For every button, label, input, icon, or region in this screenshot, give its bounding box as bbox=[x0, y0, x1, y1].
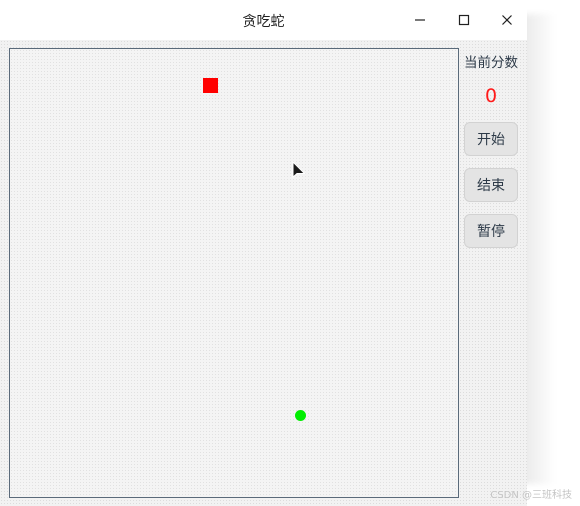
snake-head bbox=[295, 410, 306, 421]
watermark: CSDN @三班科技 bbox=[490, 490, 572, 501]
maximize-button[interactable] bbox=[449, 6, 479, 34]
food-block bbox=[203, 78, 218, 93]
maximize-icon bbox=[458, 14, 470, 26]
client-area: 当前分数 0 开始 结束 暂停 bbox=[0, 40, 527, 506]
pause-button[interactable]: 暂停 bbox=[464, 214, 518, 248]
screen: 贪吃蛇 当前分数 0 开始 结束 暂停 CSDN @三班科技 bbox=[0, 0, 580, 506]
start-button[interactable]: 开始 bbox=[464, 122, 518, 156]
close-button[interactable] bbox=[492, 6, 522, 34]
score-label: 当前分数 bbox=[464, 55, 518, 71]
minimize-button[interactable] bbox=[405, 6, 435, 34]
end-button[interactable]: 结束 bbox=[464, 168, 518, 202]
mouse-pointer-icon bbox=[292, 161, 306, 179]
score-value: 0 bbox=[484, 85, 498, 107]
minimize-icon bbox=[415, 19, 425, 21]
window-title: 贪吃蛇 bbox=[242, 14, 285, 30]
title-bar[interactable]: 贪吃蛇 bbox=[0, 0, 527, 40]
game-board[interactable] bbox=[9, 48, 459, 498]
app-window: 贪吃蛇 当前分数 0 开始 结束 暂停 bbox=[0, 0, 527, 506]
close-icon bbox=[502, 15, 512, 25]
